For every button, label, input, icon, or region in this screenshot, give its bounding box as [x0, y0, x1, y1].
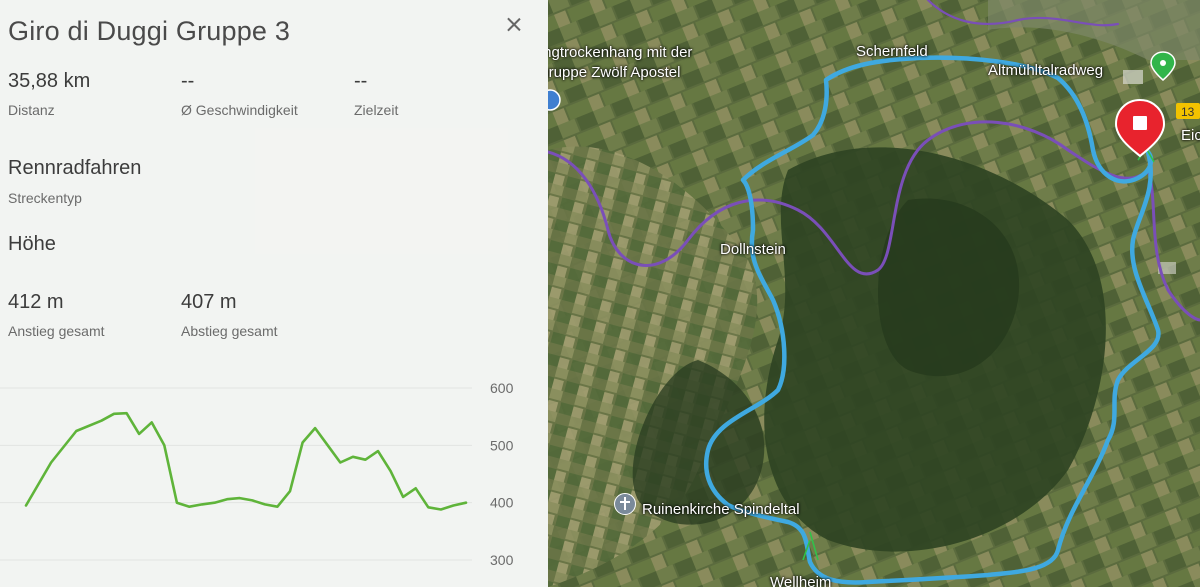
- church-poi-icon[interactable]: [614, 493, 636, 515]
- elevation-y-tick-label: 300: [490, 552, 514, 568]
- map-label-schernfeld: Schernfeld: [856, 43, 928, 60]
- elevation-profile-line: [24, 411, 468, 511]
- road-badge: 13: [1176, 103, 1200, 119]
- elevation-heading: Höhe: [8, 233, 56, 255]
- svg-text:13: 13: [1181, 105, 1195, 119]
- elevation-chart: 600 500 400 300: [0, 380, 514, 568]
- descent-label: Abstieg gesamt: [181, 323, 278, 339]
- speed-value: --: [181, 70, 195, 92]
- distance-label: Distanz: [8, 102, 55, 118]
- route-type-value: Rennradfahren: [8, 157, 142, 179]
- elevation-y-tick-label: 600: [490, 380, 514, 396]
- elevation-y-ticks: 600 500 400 300: [490, 380, 514, 568]
- ascent-value: 412 m: [8, 291, 64, 313]
- descent-value: 407 m: [181, 291, 237, 313]
- map-label-wellheim: Wellheim: [770, 574, 832, 587]
- map-label-altmuehltalradweg: Altmühltalradweg: [988, 62, 1104, 79]
- map-label-dollnstein: Dollnstein: [720, 241, 786, 258]
- map-label-ruinenkirche: Ruinenkirche Spindeltal: [642, 501, 800, 518]
- speed-label: Ø Geschwindigkeit: [181, 102, 298, 118]
- map-label-eich: Eic: [1181, 127, 1200, 144]
- background-ghost-text: [420, 92, 424, 108]
- close-icon[interactable]: [503, 14, 525, 36]
- building-block: [1123, 70, 1143, 84]
- elevation-y-tick-label: 400: [490, 495, 514, 511]
- map-canvas[interactable]: 13: [548, 0, 1200, 587]
- elevation-y-tick-label: 500: [490, 437, 514, 453]
- map-label-felsgruppe: Felsgruppe Zwölf Apostel: [548, 64, 681, 81]
- time-label: Zielzeit: [354, 102, 399, 118]
- ascent-label: Anstieg gesamt: [8, 323, 105, 339]
- route-type-label: Streckentyp: [8, 190, 82, 206]
- elevation-grid: [0, 387, 472, 561]
- map-label-trockenhang: Hangtrockenhang mit der: [548, 44, 693, 61]
- route-detail-panel: Giro di Duggi Gruppe 3 35,88 km Distanz …: [0, 0, 548, 587]
- distance-value: 35,88 km: [8, 70, 91, 92]
- route-title: Giro di Duggi Gruppe 3: [8, 16, 291, 46]
- map-view[interactable]: 13 Hangtrockenhang mit der Felsgruppe Zw…: [548, 0, 1200, 587]
- time-value: --: [354, 70, 368, 92]
